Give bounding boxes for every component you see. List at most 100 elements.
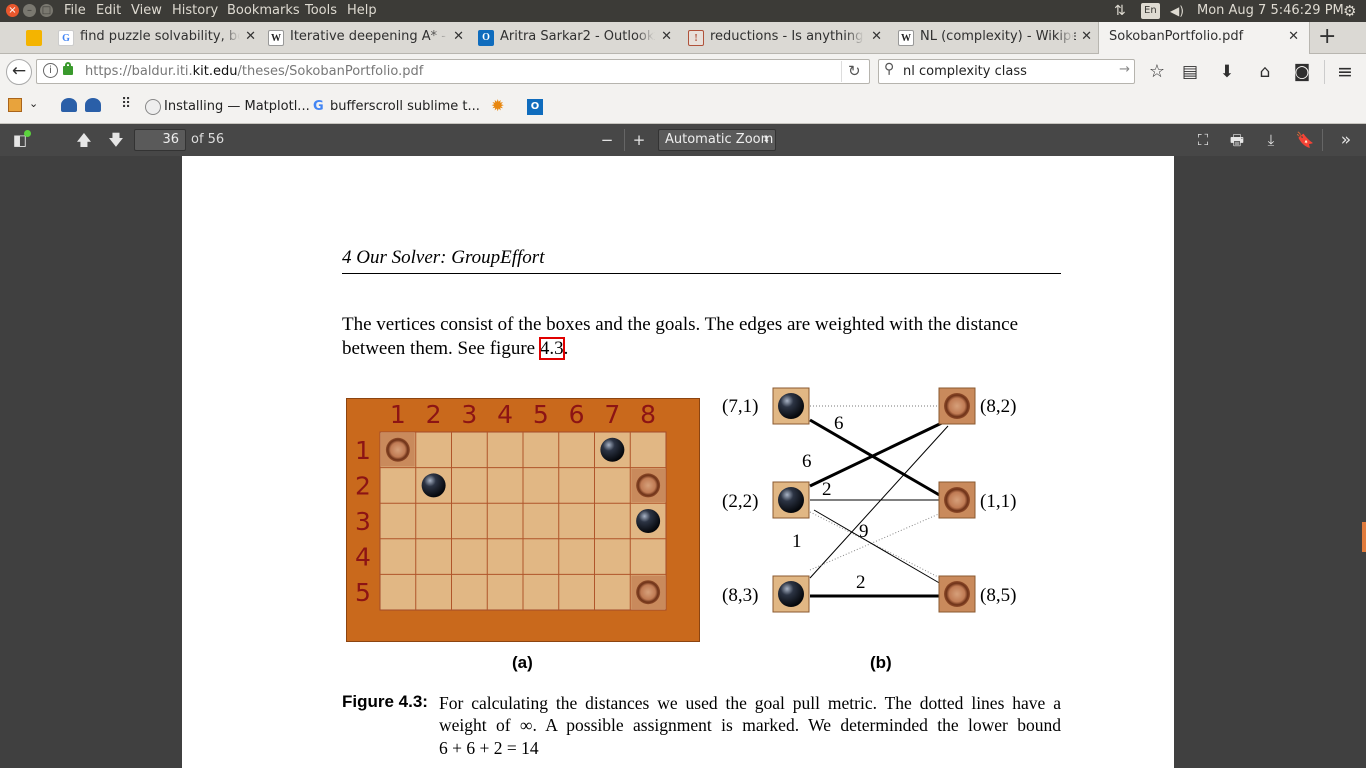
close-window-icon[interactable]: × bbox=[6, 4, 19, 17]
url-bar[interactable]: i https://baldur.iti.kit.edu/theses/Soko… bbox=[36, 59, 870, 84]
url-path: /theses/SokobanPortfolio.pdf bbox=[237, 64, 424, 79]
box-ball bbox=[421, 473, 446, 498]
google-icon: G bbox=[313, 99, 324, 114]
figure-reference-link[interactable]: 4.3 bbox=[538, 337, 565, 360]
edge-weight-83-85: 2 bbox=[856, 572, 866, 593]
graph-goal-node bbox=[938, 387, 976, 425]
close-tab-icon[interactable]: ✕ bbox=[871, 29, 882, 44]
edge-22-82-bold bbox=[809, 418, 949, 488]
menu-history[interactable]: History bbox=[172, 0, 218, 22]
system-gear-icon[interactable]: ⚙ bbox=[1343, 0, 1356, 22]
bookmark-bufferscroll[interactable]: bufferscroll sublime t... bbox=[330, 99, 480, 114]
bookmark-matplotlib[interactable]: Installing — Matplotl... bbox=[164, 99, 310, 114]
tab-title: Aritra Sarkar2 - Outlook W bbox=[500, 29, 656, 44]
maximize-window-icon[interactable]: □ bbox=[40, 4, 53, 17]
bookmark-star-icon[interactable]: ☆ bbox=[1146, 60, 1168, 84]
menu-tools[interactable]: Tools bbox=[305, 0, 337, 22]
tab-nl-wiki[interactable]: W NL (complexity) - Wikipedi ✕ bbox=[892, 22, 1096, 54]
download-pdf-icon[interactable]: ⤓ bbox=[1260, 128, 1282, 152]
running-header: 4 Our Solver: GroupEffort bbox=[342, 247, 545, 268]
page-number-input[interactable]: 36 bbox=[134, 129, 186, 151]
close-tab-icon[interactable]: ✕ bbox=[1288, 29, 1299, 44]
reader-list-icon[interactable]: ▤ bbox=[1179, 60, 1201, 84]
tab-pinned-slides[interactable] bbox=[22, 22, 50, 54]
close-tab-icon[interactable]: ✕ bbox=[245, 29, 256, 44]
chevron-down-icon[interactable]: ⌄ bbox=[29, 97, 38, 110]
download-icon[interactable]: ⬇ bbox=[1216, 60, 1238, 84]
zoom-out-icon[interactable]: − bbox=[596, 128, 618, 152]
column-label: 4 bbox=[497, 400, 513, 429]
outlook-icon[interactable]: O bbox=[527, 99, 543, 115]
goal-tile bbox=[381, 433, 415, 467]
clock[interactable]: Mon Aug 7 5:46:29 PM bbox=[1197, 0, 1344, 22]
node-label-8-5: (8,5) bbox=[980, 585, 1016, 606]
keyboard-language-indicator[interactable]: En bbox=[1141, 3, 1160, 19]
home-icon[interactable]: ⌂ bbox=[1254, 60, 1276, 84]
menu-view[interactable]: View bbox=[131, 0, 162, 22]
info-icon[interactable]: i bbox=[43, 63, 58, 78]
menu-help[interactable]: Help bbox=[347, 0, 377, 22]
row-label: 1 bbox=[355, 436, 371, 465]
matplotlib-icon bbox=[145, 99, 161, 115]
close-tab-icon[interactable]: ✕ bbox=[453, 29, 464, 44]
menu-file[interactable]: File bbox=[64, 0, 86, 22]
print-icon[interactable]: 🖶 bbox=[1226, 128, 1248, 152]
hamburger-menu-icon[interactable]: ≡ bbox=[1334, 60, 1356, 84]
row-label: 3 bbox=[355, 507, 371, 536]
tab-google-search[interactable]: G find puzzle solvability, bo ✕ bbox=[52, 22, 260, 54]
tab-ida-wiki[interactable]: W Iterative deepening A* - W ✕ bbox=[262, 22, 468, 54]
minimize-window-icon[interactable]: – bbox=[23, 4, 36, 17]
tata-logo-icon-2[interactable] bbox=[85, 98, 101, 112]
close-tab-icon[interactable]: ✕ bbox=[1081, 29, 1092, 44]
scrollbar-thumb[interactable] bbox=[1362, 522, 1366, 552]
volume-icon[interactable]: ◀︎) bbox=[1170, 0, 1184, 22]
edge-83-82 bbox=[809, 425, 949, 579]
back-arrow-icon[interactable]: ← bbox=[6, 59, 32, 85]
tata-logo-icon[interactable] bbox=[61, 98, 77, 112]
bookmark-view-icon[interactable]: 🔖 bbox=[1294, 128, 1316, 152]
node-label-1-1: (1,1) bbox=[980, 491, 1016, 512]
search-bar[interactable]: ⚲ nl complexity class → bbox=[878, 59, 1135, 84]
tab-title: SokobanPortfolio.pdf bbox=[1109, 29, 1244, 44]
next-page-icon[interactable]: 🡇 bbox=[104, 128, 128, 152]
wikipedia-icon: W bbox=[268, 30, 284, 46]
slides-icon bbox=[26, 30, 42, 46]
menu-edit[interactable]: Edit bbox=[96, 0, 121, 22]
pdf-viewer[interactable]: 4 Our Solver: GroupEffort The vertices c… bbox=[0, 156, 1366, 768]
new-tab-icon[interactable]: + bbox=[1318, 24, 1336, 49]
zoom-select[interactable]: Automatic Zoom ⬍ bbox=[658, 129, 776, 151]
network-icon[interactable]: ⇅ bbox=[1114, 0, 1126, 22]
edge-22-85-dotted bbox=[809, 511, 949, 583]
tab-title: NL (complexity) - Wikipedi bbox=[920, 29, 1076, 44]
node-label-8-2: (8,2) bbox=[980, 396, 1016, 417]
zoom-select-value: Automatic Zoom bbox=[665, 132, 774, 147]
caption-line-1: For calculating the distances we used th… bbox=[439, 693, 1061, 713]
folder-icon[interactable] bbox=[8, 98, 22, 112]
wikipedia-icon: W bbox=[898, 30, 914, 46]
presentation-mode-icon[interactable]: ⛶ bbox=[1192, 128, 1214, 152]
paragraph-line-1: The vertices consist of the boxes and th… bbox=[342, 314, 1019, 335]
tools-chevron-icon[interactable]: » bbox=[1334, 128, 1358, 152]
close-tab-icon[interactable]: ✕ bbox=[661, 29, 672, 44]
pdf-toolbar: ◧ 🡅 🡇 36 of 56 − + Automatic Zoom ⬍ ⛶ 🖶 … bbox=[0, 124, 1366, 156]
outlook-icon: O bbox=[478, 30, 494, 46]
column-label: 3 bbox=[461, 400, 477, 429]
previous-page-icon[interactable]: 🡅 bbox=[72, 128, 96, 152]
pdf-page: 4 Our Solver: GroupEffort The vertices c… bbox=[182, 156, 1174, 768]
apps-grid-icon[interactable]: ⠿ bbox=[121, 96, 131, 112]
window-menubar: × – □ File Edit View History Bookmarks T… bbox=[0, 0, 1366, 22]
pocket-icon[interactable]: ◙ bbox=[1291, 60, 1313, 84]
reload-icon[interactable]: ↻ bbox=[848, 62, 861, 80]
menu-bookmarks[interactable]: Bookmarks bbox=[227, 0, 300, 22]
edge-weight-cross: 6 bbox=[802, 451, 812, 472]
graph-box-node bbox=[772, 387, 810, 425]
search-go-icon[interactable]: → bbox=[1119, 62, 1130, 77]
sun-icon[interactable]: ✹ bbox=[491, 96, 504, 115]
graph-box-node bbox=[772, 481, 810, 519]
search-input[interactable]: nl complexity class bbox=[903, 64, 1027, 79]
zoom-in-icon[interactable]: + bbox=[628, 128, 650, 152]
tab-outlook[interactable]: O Aritra Sarkar2 - Outlook W ✕ bbox=[472, 22, 676, 54]
edge-weight-top: 6 bbox=[834, 413, 844, 434]
tab-sokoban-pdf[interactable]: SokobanPortfolio.pdf ✕ bbox=[1098, 22, 1310, 54]
tab-stackexchange[interactable]: ! reductions - Is anything kn ✕ bbox=[682, 22, 886, 54]
